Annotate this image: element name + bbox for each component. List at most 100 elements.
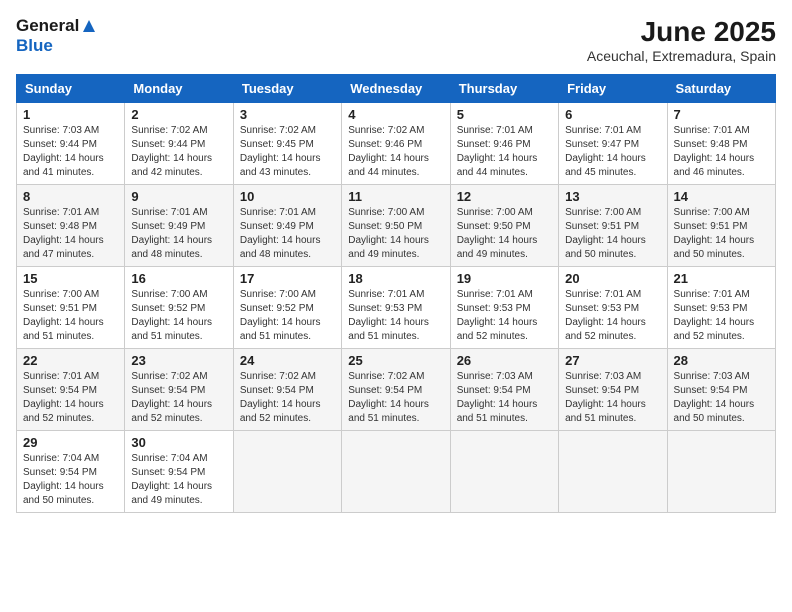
day-number: 30: [131, 435, 226, 450]
calendar-week-4: 22Sunrise: 7:01 AM Sunset: 9:54 PM Dayli…: [17, 349, 776, 431]
day-number: 12: [457, 189, 552, 204]
day-info: Sunrise: 7:04 AM Sunset: 9:54 PM Dayligh…: [23, 452, 118, 508]
logo: General Blue: [16, 16, 97, 57]
table-row: 22Sunrise: 7:01 AM Sunset: 9:54 PM Dayli…: [17, 349, 125, 431]
day-number: 23: [131, 353, 226, 368]
col-thursday: Thursday: [450, 75, 558, 103]
title-block: June 2025 Aceuchal, Extremadura, Spain: [587, 16, 776, 64]
day-info: Sunrise: 7:00 AM Sunset: 9:51 PM Dayligh…: [565, 206, 660, 262]
table-row: 26 Sunrise: 7:03 AM Sunset: 9:54 PM Dayli…: [450, 349, 558, 431]
table-row: 9 Sunrise: 7:01 AM Sunset: 9:49 PM Daylig…: [125, 185, 233, 267]
col-wednesday: Wednesday: [342, 75, 450, 103]
table-row: 29 Sunrise: 7:04 AM Sunset: 9:54 PM Dayli…: [17, 431, 125, 513]
table-row: [667, 431, 775, 513]
day-number: 21: [674, 271, 769, 286]
day-info: Sunrise: 7:01 AM Sunset: 9:53 PM Dayligh…: [348, 288, 443, 344]
table-row: [233, 431, 341, 513]
table-row: 25 Sunrise: 7:02 AM Sunset: 9:54 PM Dayli…: [342, 349, 450, 431]
day-info: Sunrise: 7:01 AM Sunset: 9:49 PM Dayligh…: [131, 206, 226, 262]
day-number: 18: [348, 271, 443, 286]
table-row: [342, 431, 450, 513]
day-info: Sunrise: 7:01 AM Sunset: 9:48 PM Dayligh…: [674, 124, 769, 180]
day-info: Sunrise: 7:01 AM Sunset: 9:48 PM Dayligh…: [23, 206, 118, 262]
table-row: 5 Sunrise: 7:01 AM Sunset: 9:46 PM Daylig…: [450, 103, 558, 185]
table-row: 6 Sunrise: 7:01 AM Sunset: 9:47 PM Daylig…: [559, 103, 667, 185]
table-row: 15 Sunrise: 7:00 AM Sunset: 9:51 PM Dayli…: [17, 267, 125, 349]
calendar-week-5: 29 Sunrise: 7:04 AM Sunset: 9:54 PM Dayli…: [17, 431, 776, 513]
table-row: 2Sunrise: 7:02 AM Sunset: 9:44 PM Daylig…: [125, 103, 233, 185]
table-row: 1Sunrise: 7:03 AM Sunset: 9:44 PM Daylig…: [17, 103, 125, 185]
day-number: 27: [565, 353, 660, 368]
day-number: 15: [23, 271, 118, 286]
table-row: 17 Sunrise: 7:00 AM Sunset: 9:52 PM Dayli…: [233, 267, 341, 349]
day-info: Sunrise: 7:01 AM Sunset: 9:49 PM Dayligh…: [240, 206, 335, 262]
logo-icon: [81, 18, 97, 34]
day-info: Sunrise: 7:04 AM Sunset: 9:54 PM Dayligh…: [131, 452, 226, 508]
table-row: 14Sunrise: 7:00 AM Sunset: 9:51 PM Dayli…: [667, 185, 775, 267]
day-number: 16: [131, 271, 226, 286]
day-number: 11: [348, 189, 443, 204]
day-number: 3: [240, 107, 335, 122]
day-info: Sunrise: 7:00 AM Sunset: 9:50 PM Dayligh…: [348, 206, 443, 262]
day-info: Sunrise: 7:01 AM Sunset: 9:53 PM Dayligh…: [565, 288, 660, 344]
day-info: Sunrise: 7:00 AM Sunset: 9:51 PM Dayligh…: [23, 288, 118, 344]
day-number: 4: [348, 107, 443, 122]
day-number: 17: [240, 271, 335, 286]
table-row: 13Sunrise: 7:00 AM Sunset: 9:51 PM Dayli…: [559, 185, 667, 267]
day-info: Sunrise: 7:00 AM Sunset: 9:50 PM Dayligh…: [457, 206, 552, 262]
logo-general: General: [16, 16, 97, 36]
day-info: Sunrise: 7:01 AM Sunset: 9:46 PM Dayligh…: [457, 124, 552, 180]
day-info: Sunrise: 7:01 AM Sunset: 9:47 PM Dayligh…: [565, 124, 660, 180]
day-number: 20: [565, 271, 660, 286]
day-number: 26: [457, 353, 552, 368]
col-tuesday: Tuesday: [233, 75, 341, 103]
day-number: 14: [674, 189, 769, 204]
day-info: Sunrise: 7:02 AM Sunset: 9:54 PM Dayligh…: [348, 370, 443, 426]
day-number: 25: [348, 353, 443, 368]
table-row: 8 Sunrise: 7:01 AM Sunset: 9:48 PM Daylig…: [17, 185, 125, 267]
day-number: 9: [131, 189, 226, 204]
calendar-week-3: 15 Sunrise: 7:00 AM Sunset: 9:51 PM Dayli…: [17, 267, 776, 349]
day-number: 29: [23, 435, 118, 450]
day-number: 8: [23, 189, 118, 204]
day-info: Sunrise: 7:03 AM Sunset: 9:44 PM Dayligh…: [23, 124, 118, 180]
table-row: [559, 431, 667, 513]
day-info: Sunrise: 7:01 AM Sunset: 9:53 PM Dayligh…: [457, 288, 552, 344]
day-number: 24: [240, 353, 335, 368]
day-info: Sunrise: 7:02 AM Sunset: 9:46 PM Dayligh…: [348, 124, 443, 180]
table-row: 20 Sunrise: 7:01 AM Sunset: 9:53 PM Dayli…: [559, 267, 667, 349]
day-info: Sunrise: 7:00 AM Sunset: 9:52 PM Dayligh…: [240, 288, 335, 344]
day-info: Sunrise: 7:01 AM Sunset: 9:53 PM Dayligh…: [674, 288, 769, 344]
day-number: 7: [674, 107, 769, 122]
table-row: 18 Sunrise: 7:01 AM Sunset: 9:53 PM Dayli…: [342, 267, 450, 349]
day-info: Sunrise: 7:03 AM Sunset: 9:54 PM Dayligh…: [565, 370, 660, 426]
table-row: 23 Sunrise: 7:02 AM Sunset: 9:54 PM Dayli…: [125, 349, 233, 431]
table-row: 10 Sunrise: 7:01 AM Sunset: 9:49 PM Dayli…: [233, 185, 341, 267]
day-number: 19: [457, 271, 552, 286]
calendar-header-row: Sunday Monday Tuesday Wednesday Thursday…: [17, 75, 776, 103]
location: Aceuchal, Extremadura, Spain: [587, 48, 776, 64]
col-sunday: Sunday: [17, 75, 125, 103]
col-monday: Monday: [125, 75, 233, 103]
table-row: 30 Sunrise: 7:04 AM Sunset: 9:54 PM Dayli…: [125, 431, 233, 513]
day-info: Sunrise: 7:02 AM Sunset: 9:44 PM Dayligh…: [131, 124, 226, 180]
day-info: Sunrise: 7:01 AM Sunset: 9:54 PM Dayligh…: [23, 370, 118, 426]
table-row: 12 Sunrise: 7:00 AM Sunset: 9:50 PM Dayli…: [450, 185, 558, 267]
table-row: 19 Sunrise: 7:01 AM Sunset: 9:53 PM Dayli…: [450, 267, 558, 349]
day-info: Sunrise: 7:03 AM Sunset: 9:54 PM Dayligh…: [674, 370, 769, 426]
logo-blue: Blue: [16, 36, 97, 56]
col-friday: Friday: [559, 75, 667, 103]
day-info: Sunrise: 7:03 AM Sunset: 9:54 PM Dayligh…: [457, 370, 552, 426]
calendar-week-2: 8 Sunrise: 7:01 AM Sunset: 9:48 PM Daylig…: [17, 185, 776, 267]
day-number: 6: [565, 107, 660, 122]
table-row: 3 Sunrise: 7:02 AM Sunset: 9:45 PM Daylig…: [233, 103, 341, 185]
month-title: June 2025: [587, 16, 776, 48]
day-number: 10: [240, 189, 335, 204]
table-row: 28Sunrise: 7:03 AM Sunset: 9:54 PM Dayli…: [667, 349, 775, 431]
day-info: Sunrise: 7:02 AM Sunset: 9:54 PM Dayligh…: [131, 370, 226, 426]
table-row: [450, 431, 558, 513]
page-header: General Blue June 2025 Aceuchal, Extrema…: [16, 16, 776, 64]
day-info: Sunrise: 7:02 AM Sunset: 9:45 PM Dayligh…: [240, 124, 335, 180]
table-row: 11 Sunrise: 7:00 AM Sunset: 9:50 PM Dayli…: [342, 185, 450, 267]
day-number: 5: [457, 107, 552, 122]
